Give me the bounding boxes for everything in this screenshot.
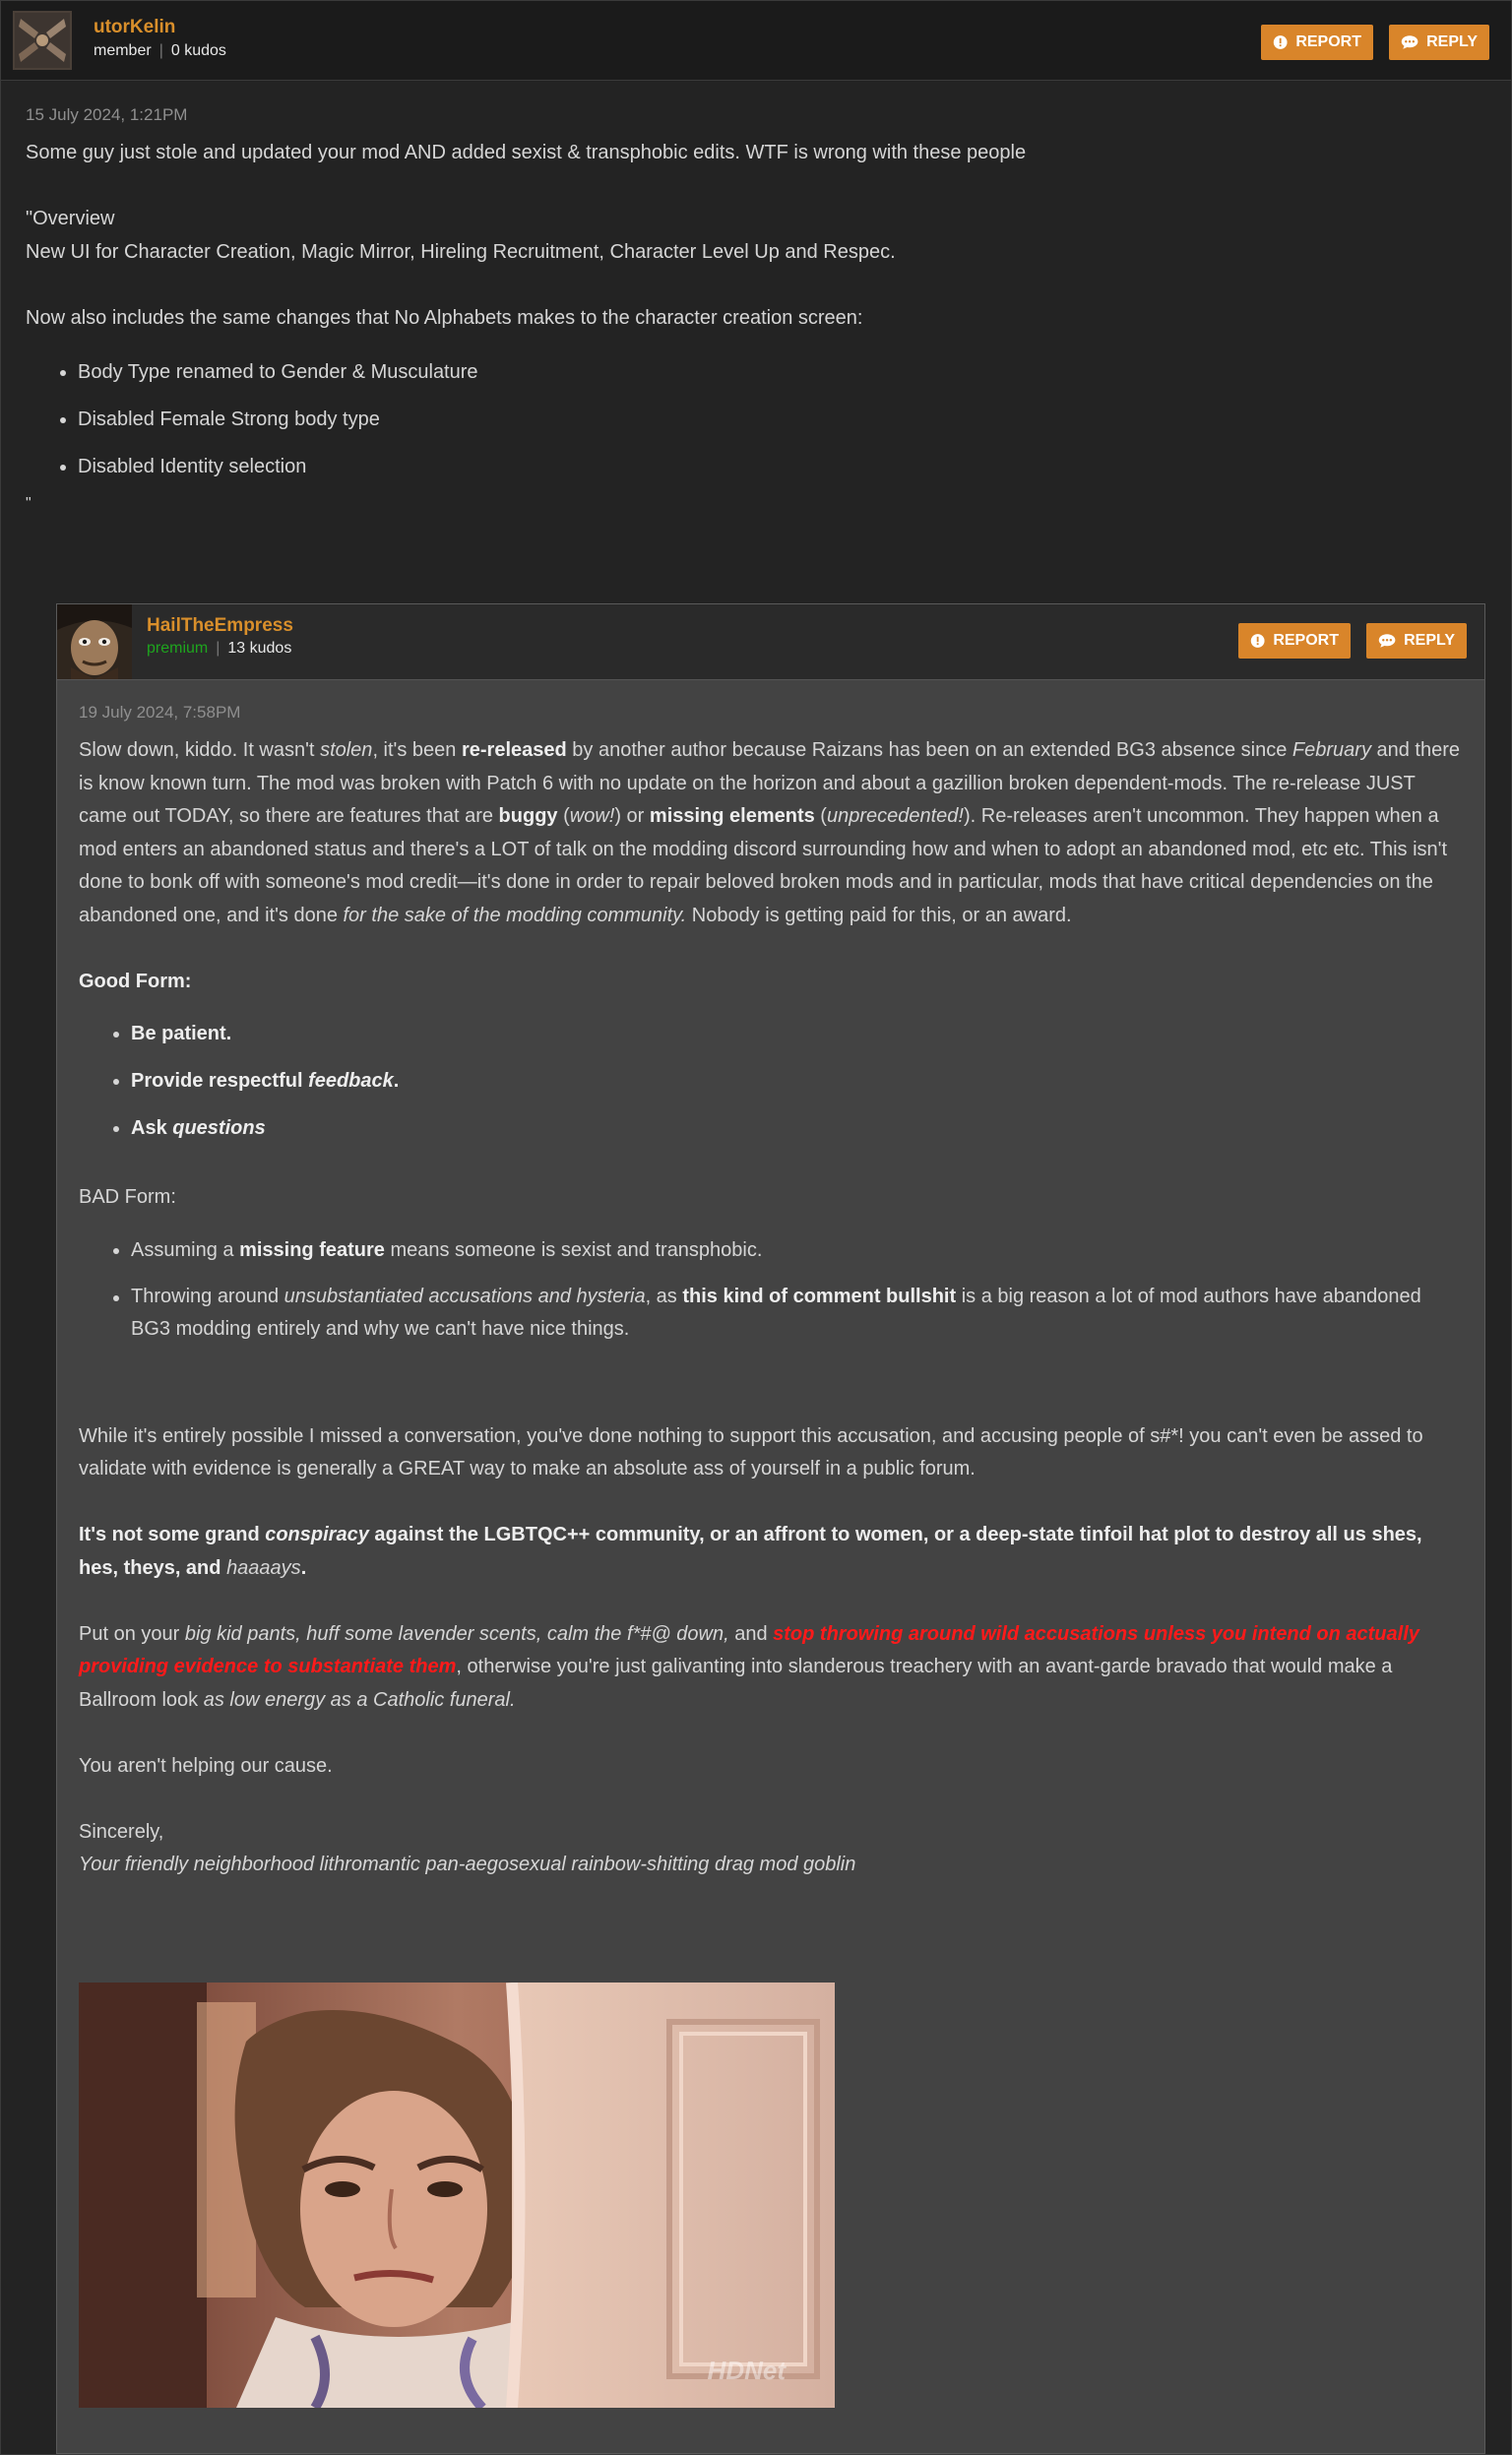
report-button[interactable]: REPORT <box>1261 25 1373 60</box>
user-role: premium <box>147 640 209 657</box>
kudos-count: 0 kudos <box>170 42 226 59</box>
reply-button[interactable]: REPLY <box>1366 623 1467 659</box>
reply-paragraph: Slow down, kiddo. It wasn't stolen, it's… <box>79 739 1461 926</box>
reply-post: HailTheEmpress premium | 13 kudos REPORT R… <box>56 603 1485 2454</box>
chat-bubble-icon <box>1378 634 1396 648</box>
avatar[interactable] <box>57 604 132 679</box>
list-item: Assuming a missing feature means someone… <box>113 1227 1465 1274</box>
reply-label: REPLY <box>1404 632 1455 649</box>
user-meta: premium | 13 kudos <box>147 640 292 657</box>
avatar[interactable] <box>13 11 72 70</box>
list-item: Be patient. <box>113 1010 1465 1057</box>
reply-button[interactable]: REPLY <box>1389 25 1489 60</box>
chat-bubble-icon <box>1401 35 1418 49</box>
list-item: Provide respectful feedback. <box>113 1057 1465 1104</box>
signature: Your friendly neighborhood lithromantic … <box>79 1854 856 1875</box>
reply-body: Slow down, kiddo. It wasn't stolen, it's… <box>79 734 1465 1882</box>
op-header: utorKelin member | 0 kudos REPORT REPLY <box>1 1 1511 81</box>
reply-paragraph: While it's entirely possible I missed a … <box>79 1424 1423 1480</box>
op-body: Some guy just stole and updated your mod… <box>26 137 1482 518</box>
op-line: Now also includes the same changes that … <box>26 306 863 329</box>
reply-paragraph: It's not some grand conspiracy against t… <box>79 1524 1422 1579</box>
user-meta: member | 0 kudos <box>94 42 226 59</box>
report-label: REPORT <box>1295 33 1361 50</box>
bad-form-heading: BAD Form: <box>79 1186 176 1208</box>
comment-thread: utorKelin member | 0 kudos REPORT REPLY 15… <box>0 0 1512 2455</box>
op-overview: "Overview <box>26 208 115 229</box>
op-line: Some guy just stole and updated your mod… <box>26 142 1027 163</box>
post-date: 15 July 2024, 1:21PM <box>26 105 188 124</box>
gif-watermark: HDNet <box>707 2356 786 2385</box>
username[interactable]: HailTheEmpress <box>147 615 293 637</box>
op-bullet-list: Body Type renamed to Gender & Musculatur… <box>26 348 1482 490</box>
good-form-list: Be patient. Provide respectful feedback.… <box>79 1010 1465 1152</box>
list-item: Disabled Female Strong body type <box>60 396 1482 443</box>
op-line: New UI for Character Creation, Magic Mir… <box>26 240 896 263</box>
signoff: Sincerely, <box>79 1820 164 1843</box>
good-form-heading: Good Form: <box>79 970 192 992</box>
list-item: Body Type renamed to Gender & Musculatur… <box>60 348 1482 396</box>
kudos-count: 13 kudos <box>227 640 292 657</box>
username[interactable]: utorKelin <box>94 17 175 38</box>
reaction-gif[interactable]: HDNet <box>79 1983 835 2408</box>
reply-paragraph: Put on your big kid pants, huff some lav… <box>79 1622 1419 1711</box>
reply-label: REPLY <box>1426 33 1478 50</box>
list-item: Disabled Identity selection <box>60 443 1482 490</box>
alert-icon <box>1273 35 1288 49</box>
bad-form-list: Assuming a missing feature means someone… <box>79 1227 1465 1347</box>
report-button[interactable]: REPORT <box>1238 623 1351 659</box>
post-date: 19 July 2024, 7:58PM <box>79 703 241 722</box>
user-role: member <box>94 42 152 59</box>
alert-icon <box>1250 634 1265 648</box>
list-item: Ask questions <box>113 1104 1465 1152</box>
reply-header: HailTheEmpress premium | 13 kudos REPORT R… <box>57 604 1484 680</box>
reply-paragraph: You aren't helping our cause. <box>79 1754 333 1777</box>
report-label: REPORT <box>1273 632 1339 649</box>
list-item: Throwing around unsubstantiated accusati… <box>113 1274 1465 1347</box>
op-closing-quote: " <box>26 495 32 512</box>
